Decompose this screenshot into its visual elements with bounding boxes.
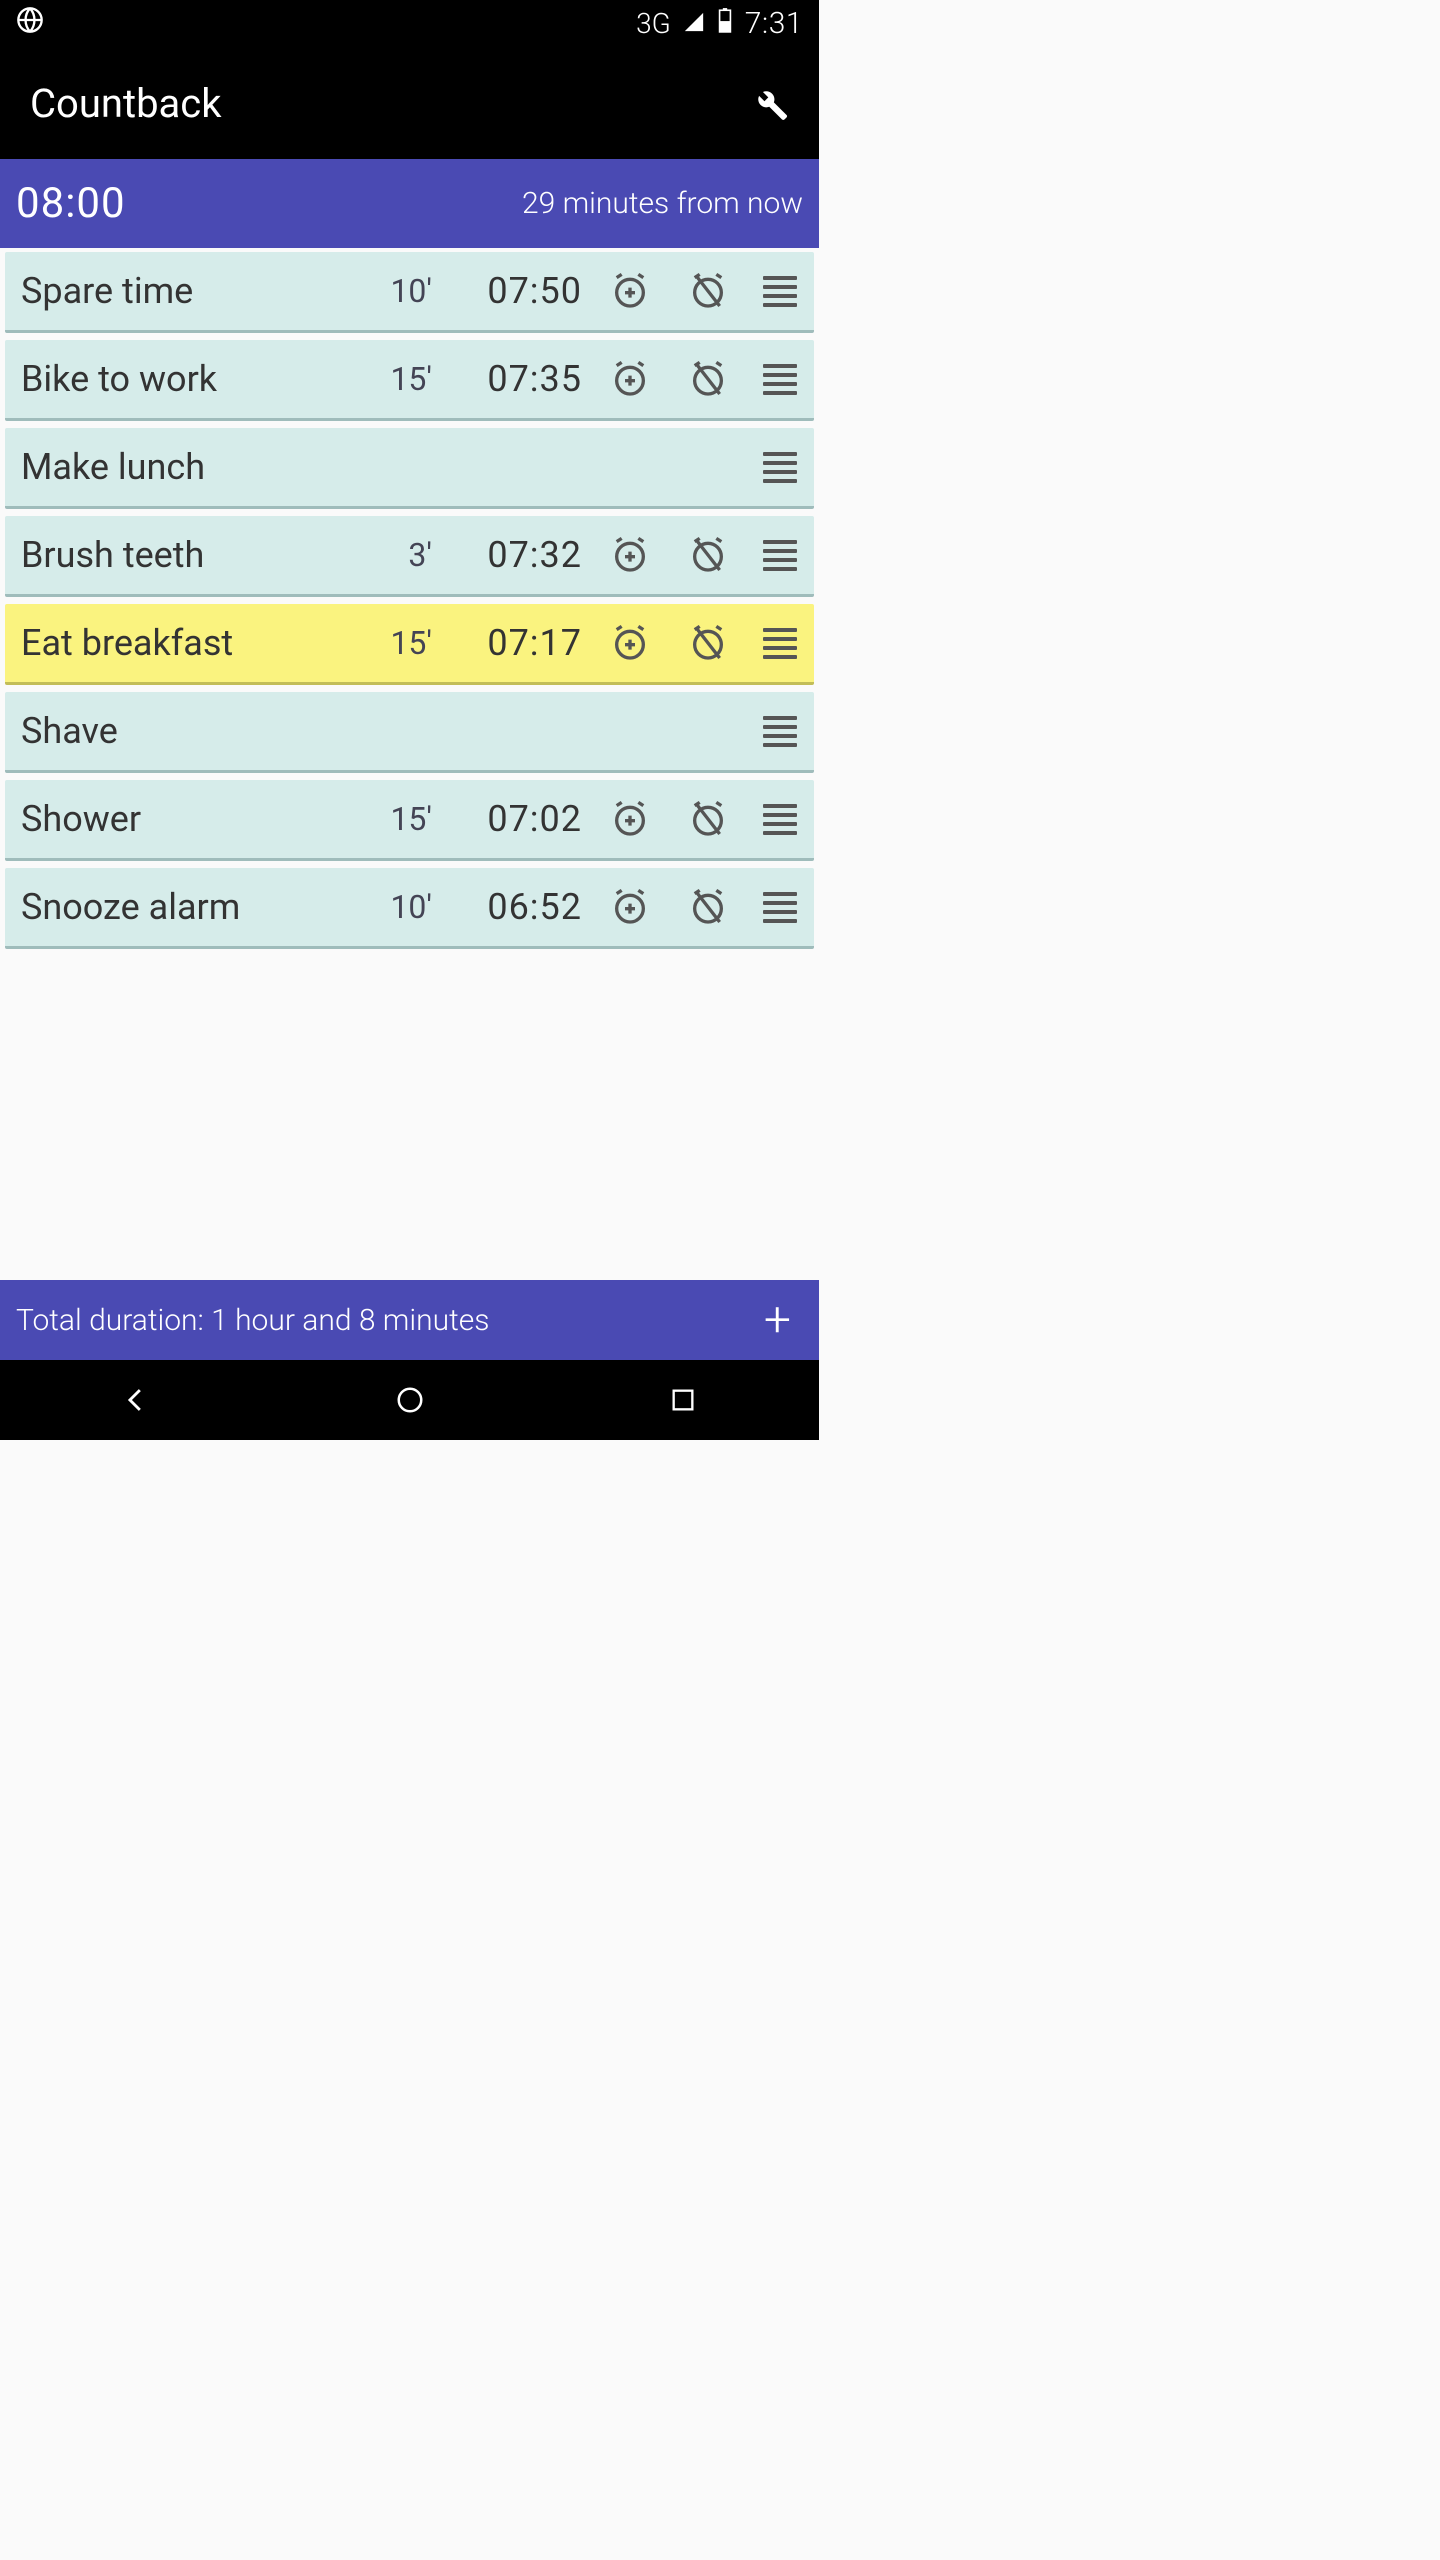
alarm-off-icon[interactable]: [678, 271, 738, 311]
drag-handle-icon[interactable]: [760, 364, 800, 395]
item-duration: 10': [352, 272, 432, 310]
item-start-time: 07:50: [432, 270, 582, 312]
total-duration-label: Total duration: 1 hour and 8 minutes: [16, 1303, 489, 1338]
alarm-add-icon[interactable]: [600, 623, 660, 663]
alarm-off-icon[interactable]: [678, 623, 738, 663]
item-name: Snooze alarm: [21, 886, 352, 928]
item-start-time: 07:17: [432, 622, 582, 664]
add-button[interactable]: +: [764, 1300, 791, 1340]
routine-item[interactable]: Shave: [5, 692, 814, 773]
routine-item[interactable]: Make lunch: [5, 428, 814, 509]
drag-handle-icon[interactable]: [760, 716, 800, 747]
target-relative: 29 minutes from now: [522, 186, 803, 221]
item-duration: 15': [352, 624, 432, 662]
drag-handle-icon[interactable]: [760, 276, 800, 307]
item-name: Make lunch: [21, 446, 738, 488]
item-duration: 15': [352, 800, 432, 838]
item-start-time: 07:32: [432, 534, 582, 576]
item-duration: 3': [352, 536, 432, 574]
status-bar: 3G 7:31: [0, 0, 819, 47]
alarm-add-icon[interactable]: [600, 359, 660, 399]
routine-item[interactable]: Shower15'07:02: [5, 780, 814, 861]
settings-button[interactable]: [743, 78, 789, 128]
app-title: Countback: [30, 80, 222, 127]
routine-list: Spare time10'07:50Bike to work15'07:35Ma…: [0, 248, 819, 1280]
item-name: Spare time: [21, 270, 352, 312]
recent-apps-button[interactable]: [653, 1370, 713, 1430]
target-time: 08:00: [16, 179, 126, 228]
android-nav-bar: [0, 1360, 819, 1440]
total-bar: Total duration: 1 hour and 8 minutes +: [0, 1280, 819, 1360]
home-button[interactable]: [380, 1370, 440, 1430]
item-start-time: 06:52: [432, 886, 582, 928]
item-name: Shower: [21, 798, 352, 840]
alarm-add-icon[interactable]: [600, 271, 660, 311]
alarm-add-icon[interactable]: [600, 535, 660, 575]
item-name: Bike to work: [21, 358, 352, 400]
item-name: Shave: [21, 710, 738, 752]
routine-item[interactable]: Spare time10'07:50: [5, 252, 814, 333]
item-start-time: 07:35: [432, 358, 582, 400]
status-clock: 7:31: [745, 6, 803, 41]
item-duration: 15': [352, 360, 432, 398]
routine-item[interactable]: Eat breakfast15'07:17: [5, 604, 814, 685]
alarm-add-icon[interactable]: [600, 887, 660, 927]
item-name: Brush teeth: [21, 534, 352, 576]
item-start-time: 07:02: [432, 798, 582, 840]
target-time-bar[interactable]: 08:00 29 minutes from now: [0, 159, 819, 248]
alarm-add-icon[interactable]: [600, 799, 660, 839]
network-type: 3G: [636, 7, 671, 40]
item-name: Eat breakfast: [21, 622, 352, 664]
drag-handle-icon[interactable]: [760, 628, 800, 659]
alarm-off-icon[interactable]: [678, 535, 738, 575]
signal-icon: [683, 7, 705, 40]
item-duration: 10': [352, 888, 432, 926]
globe-icon: [16, 6, 44, 41]
battery-icon: [717, 7, 733, 40]
drag-handle-icon[interactable]: [760, 804, 800, 835]
routine-item[interactable]: Brush teeth3'07:32: [5, 516, 814, 597]
routine-item[interactable]: Snooze alarm10'06:52: [5, 868, 814, 949]
alarm-off-icon[interactable]: [678, 359, 738, 399]
alarm-off-icon[interactable]: [678, 887, 738, 927]
app-bar: Countback: [0, 47, 819, 159]
drag-handle-icon[interactable]: [760, 452, 800, 483]
alarm-off-icon[interactable]: [678, 799, 738, 839]
drag-handle-icon[interactable]: [760, 892, 800, 923]
back-button[interactable]: [107, 1370, 167, 1430]
routine-item[interactable]: Bike to work15'07:35: [5, 340, 814, 421]
drag-handle-icon[interactable]: [760, 540, 800, 571]
